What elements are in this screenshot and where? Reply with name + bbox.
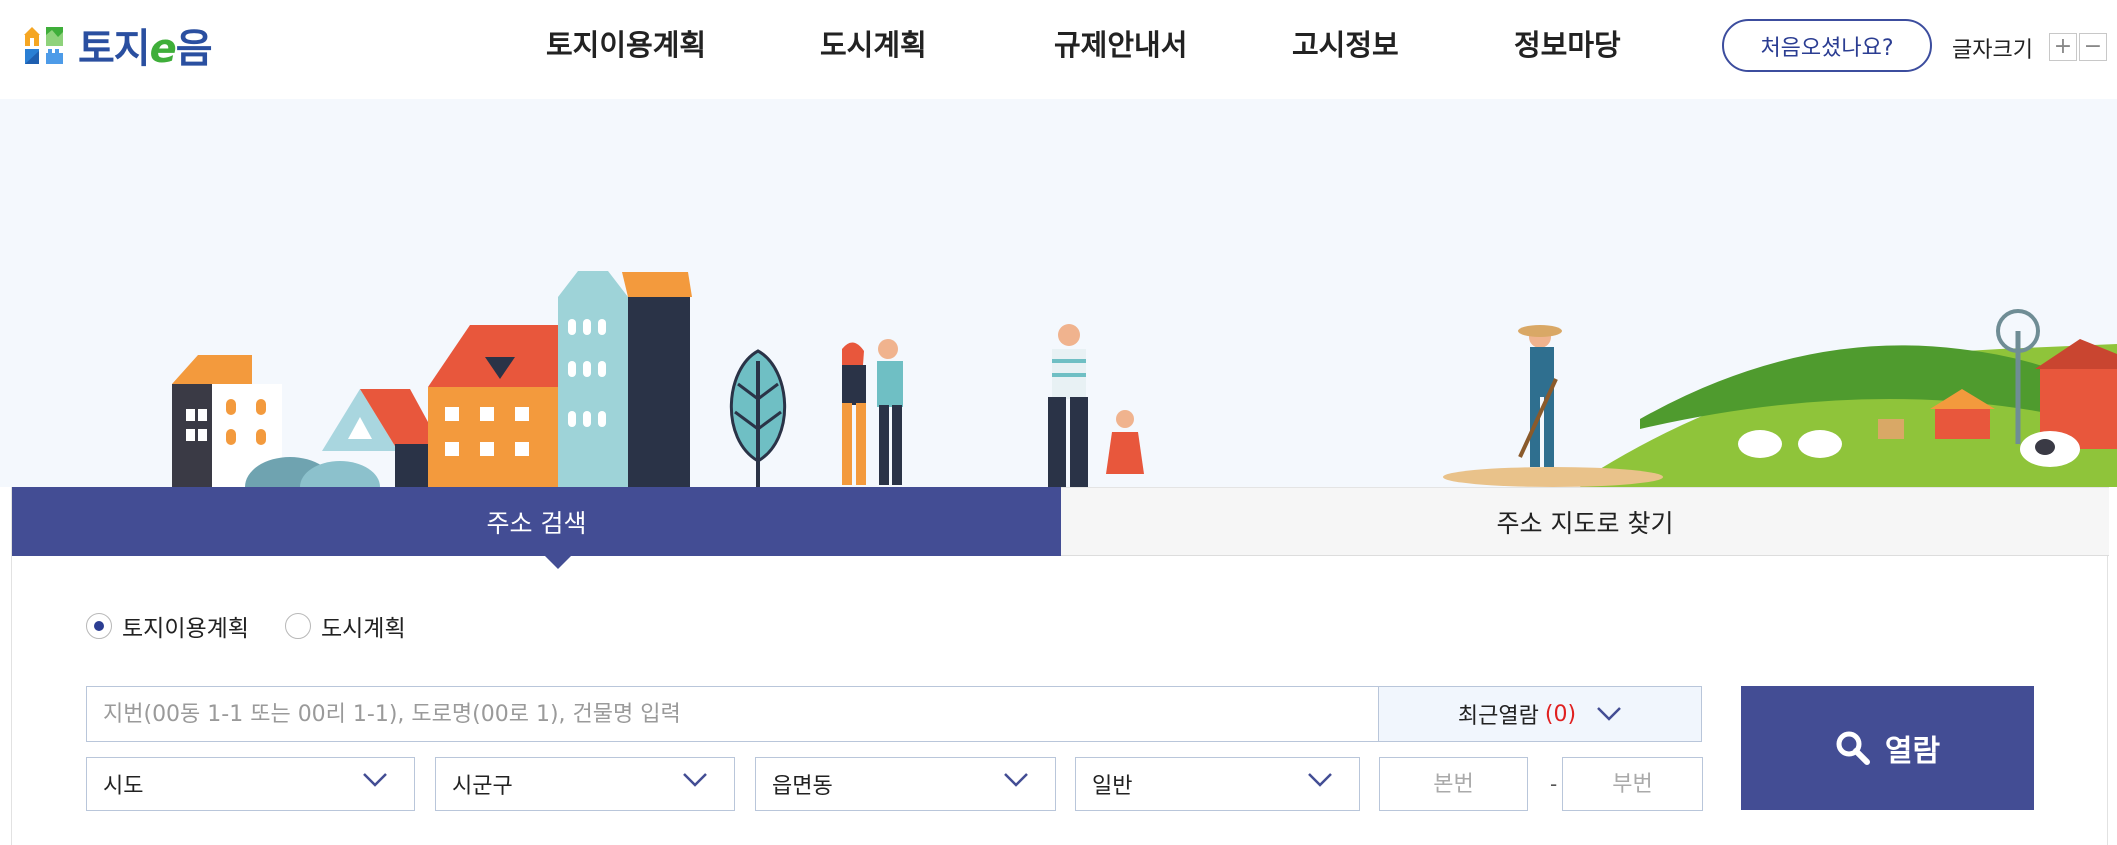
font-size-label: 글자크기 xyxy=(1952,38,2033,63)
chevron-down-icon xyxy=(1597,707,1621,721)
active-tab-pointer xyxy=(545,556,571,569)
tab-address-search[interactable]: 주소 검색 xyxy=(12,487,1061,556)
nav-item-regulation-guide[interactable]: 규제안내서 xyxy=(1054,22,1187,64)
recent-views-label: 최근열람 xyxy=(1457,704,1539,729)
search-type-radio-group: 토지이용계획 도시계획 xyxy=(86,609,442,643)
recent-views-count: (0) xyxy=(1544,701,1577,727)
chevron-down-icon xyxy=(683,773,707,787)
select-sigungu-value: 시군구 xyxy=(452,774,513,799)
parent-child-figures xyxy=(1048,324,1144,487)
radio-urban-plan[interactable]: 도시계획 xyxy=(284,609,406,643)
chevron-down-icon xyxy=(1004,773,1028,787)
nav-item-info-plaza[interactable]: 정보마당 xyxy=(1514,22,1621,64)
main-lot-number-input[interactable] xyxy=(1379,757,1528,811)
select-sigungu[interactable]: 시군구 xyxy=(435,757,735,811)
hero-scene-image xyxy=(172,271,2117,487)
lot-number-separator: - xyxy=(1550,772,1558,796)
select-eupmyeondong-value: 읍면동 xyxy=(772,774,833,799)
logo-text: 토지e음 xyxy=(78,26,213,72)
font-decrease-button[interactable]: − xyxy=(2079,33,2107,61)
farmland-scene xyxy=(1443,309,2117,487)
radio-unchecked-indicator[interactable] xyxy=(284,613,311,639)
nav-item-notice-info[interactable]: 고시정보 xyxy=(1292,22,1399,64)
radio-label: 토지이용계획 xyxy=(122,616,249,642)
select-eupmyeondong[interactable]: 읍면동 xyxy=(755,757,1056,811)
radio-land-use-plan[interactable]: 토지이용계획 xyxy=(86,609,249,643)
font-increase-button[interactable]: + xyxy=(2049,33,2077,61)
address-search-panel: 주소 검색 주소 지도로 찾기 토지이용계획 도시계획 최근열람 (0) 시도 … xyxy=(11,487,2109,845)
hero-illustration xyxy=(0,99,2117,487)
select-sido-value: 시도 xyxy=(103,774,144,799)
logo-emblem-icon xyxy=(24,27,63,64)
radio-checked-indicator[interactable] xyxy=(86,613,112,639)
search-icon xyxy=(1836,731,1870,765)
site-header: 토지e음 토지이용계획 도시계획 규제안내서 고시정보 정보마당 처음오셨나요?… xyxy=(0,0,2117,99)
city-buildings xyxy=(172,271,692,487)
radio-label: 도시계획 xyxy=(320,616,406,642)
couple-figures xyxy=(842,339,903,485)
chevron-down-icon xyxy=(1308,773,1332,787)
nav-item-urban-plan[interactable]: 도시계획 xyxy=(820,22,927,64)
select-land-type-value: 일반 xyxy=(1092,774,1133,799)
open-button-label: 열람 xyxy=(1884,734,1941,769)
recent-views-dropdown[interactable]: 최근열람 (0) xyxy=(1378,686,1702,742)
nav-item-land-use-plan[interactable]: 토지이용계획 xyxy=(546,22,706,64)
tab-find-by-map[interactable]: 주소 지도로 찾기 xyxy=(1061,487,2109,556)
tree xyxy=(729,349,787,487)
first-visit-button[interactable]: 처음오셨나요? xyxy=(1722,19,1932,72)
select-sido[interactable]: 시도 xyxy=(86,757,415,811)
address-search-input[interactable] xyxy=(86,686,1379,742)
site-logo[interactable]: 토지e음 xyxy=(22,20,213,72)
select-land-type[interactable]: 일반 xyxy=(1075,757,1360,811)
open-button[interactable]: 열람 xyxy=(1741,686,2034,810)
sub-lot-number-input[interactable] xyxy=(1562,757,1703,811)
chevron-down-icon xyxy=(363,773,387,787)
